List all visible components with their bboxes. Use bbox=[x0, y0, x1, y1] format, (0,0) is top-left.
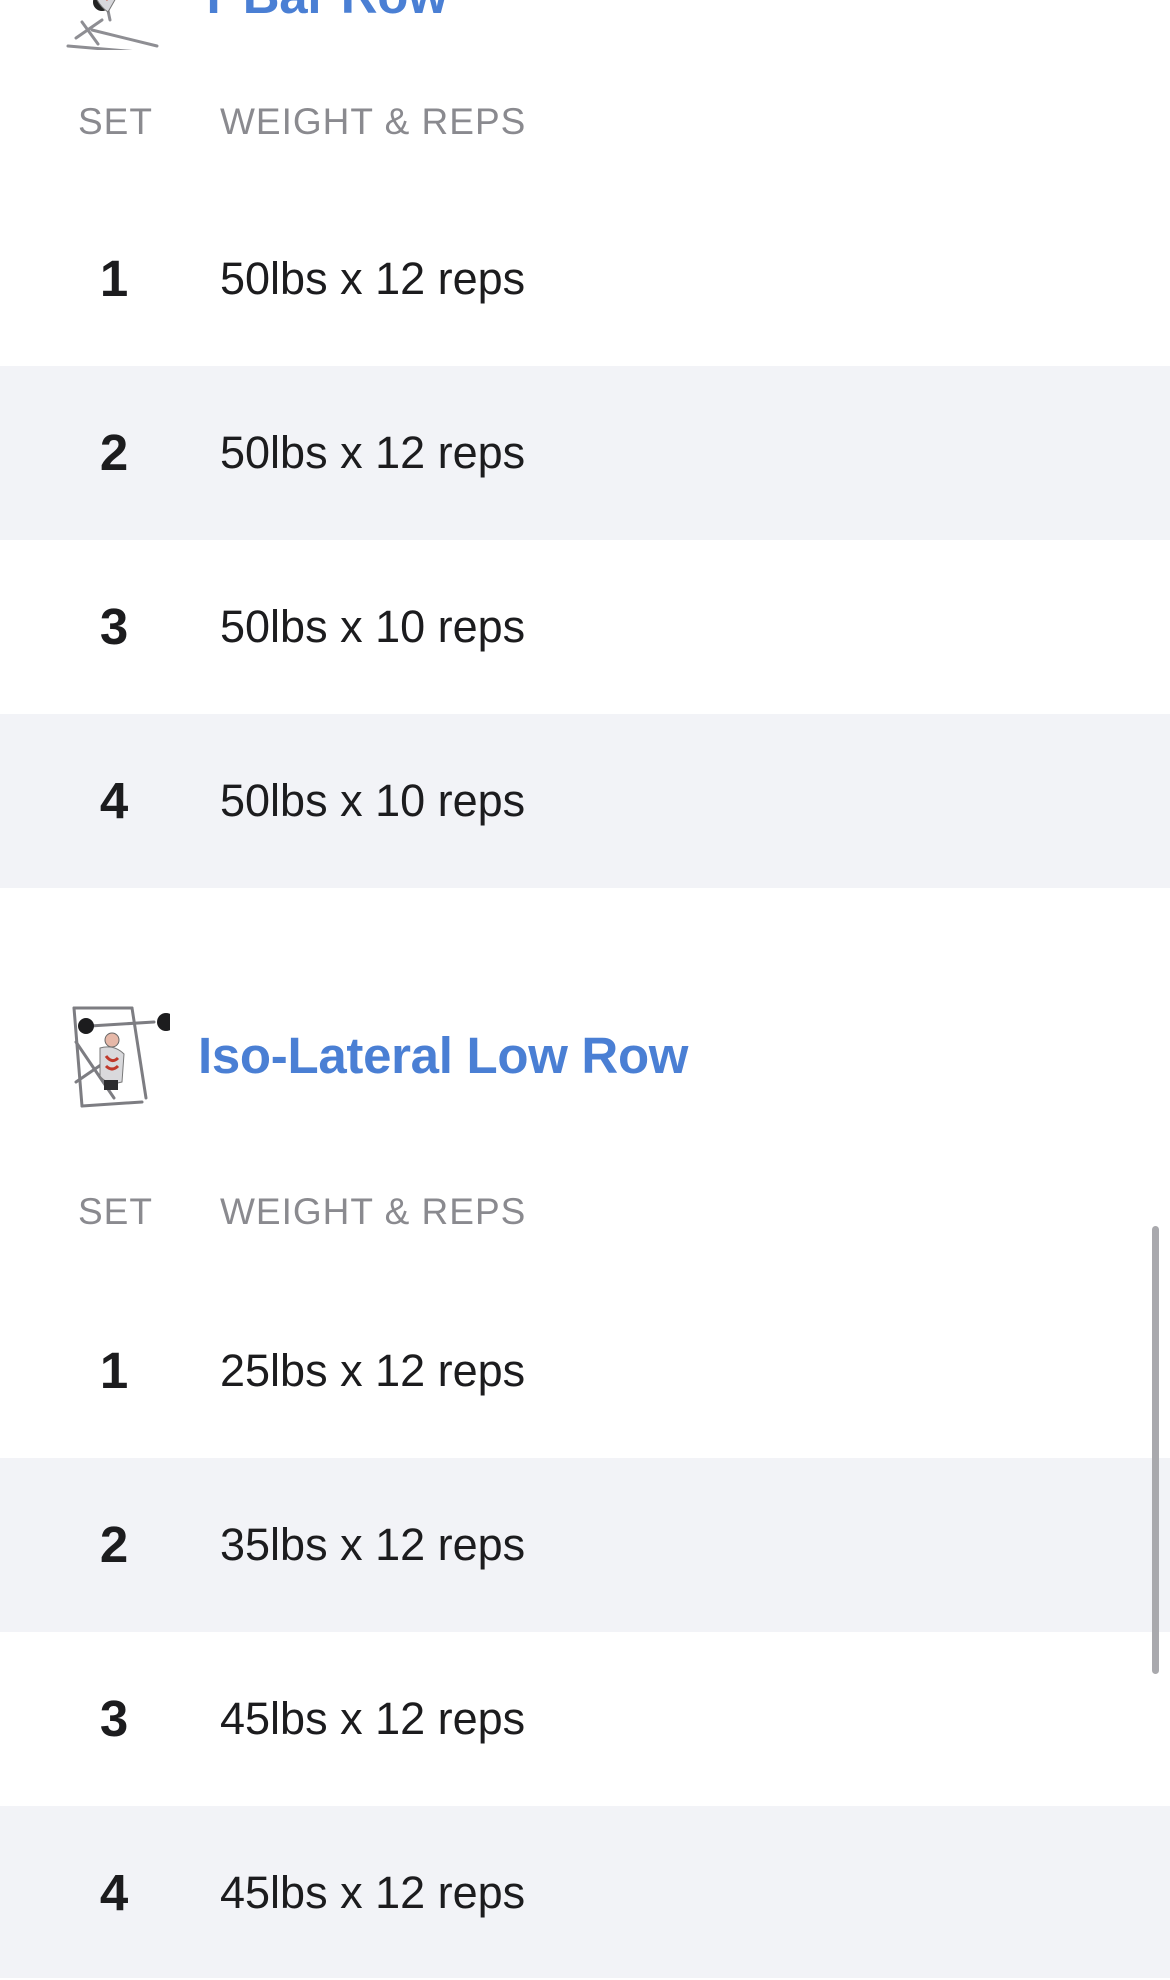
exercise-header[interactable]: T Bar Row bbox=[0, 0, 1170, 62]
weight-reps-value: 45lbs x 12 reps bbox=[220, 1867, 526, 1918]
exercise-iso-lateral-low-row: Iso-Lateral Low Row SET WEIGHT & REPS 1 … bbox=[0, 1002, 1170, 1978]
exercise-header[interactable]: Iso-Lateral Low Row bbox=[0, 1002, 1170, 1122]
column-header-set: SET bbox=[78, 1191, 153, 1232]
set-number: 3 bbox=[99, 598, 129, 655]
set-row[interactable]: 1 25lbs x 12 reps bbox=[0, 1284, 1170, 1458]
set-row[interactable]: 2 50lbs x 12 reps bbox=[0, 366, 1170, 540]
set-row[interactable]: 1 50lbs x 12 reps bbox=[0, 192, 1170, 366]
weight-reps-value: 25lbs x 12 reps bbox=[220, 1345, 526, 1396]
set-number: 3 bbox=[99, 1690, 129, 1747]
set-number: 2 bbox=[99, 424, 129, 481]
set-row[interactable]: 4 45lbs x 12 reps bbox=[0, 1806, 1170, 1978]
vertical-scrollbar[interactable] bbox=[1152, 1226, 1159, 1674]
column-header-weight-reps: WEIGHT & REPS bbox=[220, 101, 527, 142]
set-row[interactable]: 4 50lbs x 10 reps bbox=[0, 714, 1170, 888]
iso-lateral-low-row-thumbnail-icon[interactable] bbox=[62, 1002, 175, 1110]
weight-reps-value: 50lbs x 10 reps bbox=[220, 775, 526, 826]
weight-reps-value: 35lbs x 12 reps bbox=[220, 1519, 526, 1570]
weight-reps-value: 45lbs x 12 reps bbox=[220, 1693, 526, 1744]
column-header-row: SET WEIGHT & REPS bbox=[0, 92, 1170, 152]
weight-reps-value: 50lbs x 12 reps bbox=[220, 427, 526, 478]
column-header-row: SET WEIGHT & REPS bbox=[0, 1182, 1170, 1242]
weight-reps-value: 50lbs x 10 reps bbox=[220, 601, 526, 652]
set-number: 4 bbox=[99, 772, 129, 829]
exercise-t-bar-row: T Bar Row SET WEIGHT & REPS 1 50lbs x 12… bbox=[0, 0, 1170, 948]
set-row[interactable]: 3 50lbs x 10 reps bbox=[0, 540, 1170, 714]
set-number: 4 bbox=[99, 1864, 129, 1921]
column-header-weight-reps: WEIGHT & REPS bbox=[220, 1191, 527, 1232]
set-row[interactable]: 2 35lbs x 12 reps bbox=[0, 1458, 1170, 1632]
set-row[interactable]: 3 45lbs x 12 reps bbox=[0, 1632, 1170, 1806]
set-number: 1 bbox=[99, 250, 129, 307]
exercise-title[interactable]: Iso-Lateral Low Row bbox=[198, 1002, 688, 1110]
exercise-title[interactable]: T Bar Row bbox=[198, 0, 448, 50]
weight-reps-value: 50lbs x 12 reps bbox=[220, 253, 526, 304]
set-number: 2 bbox=[99, 1516, 129, 1573]
column-header-set: SET bbox=[78, 101, 153, 142]
set-number: 1 bbox=[99, 1342, 129, 1399]
t-bar-row-thumbnail-icon[interactable] bbox=[62, 0, 170, 56]
